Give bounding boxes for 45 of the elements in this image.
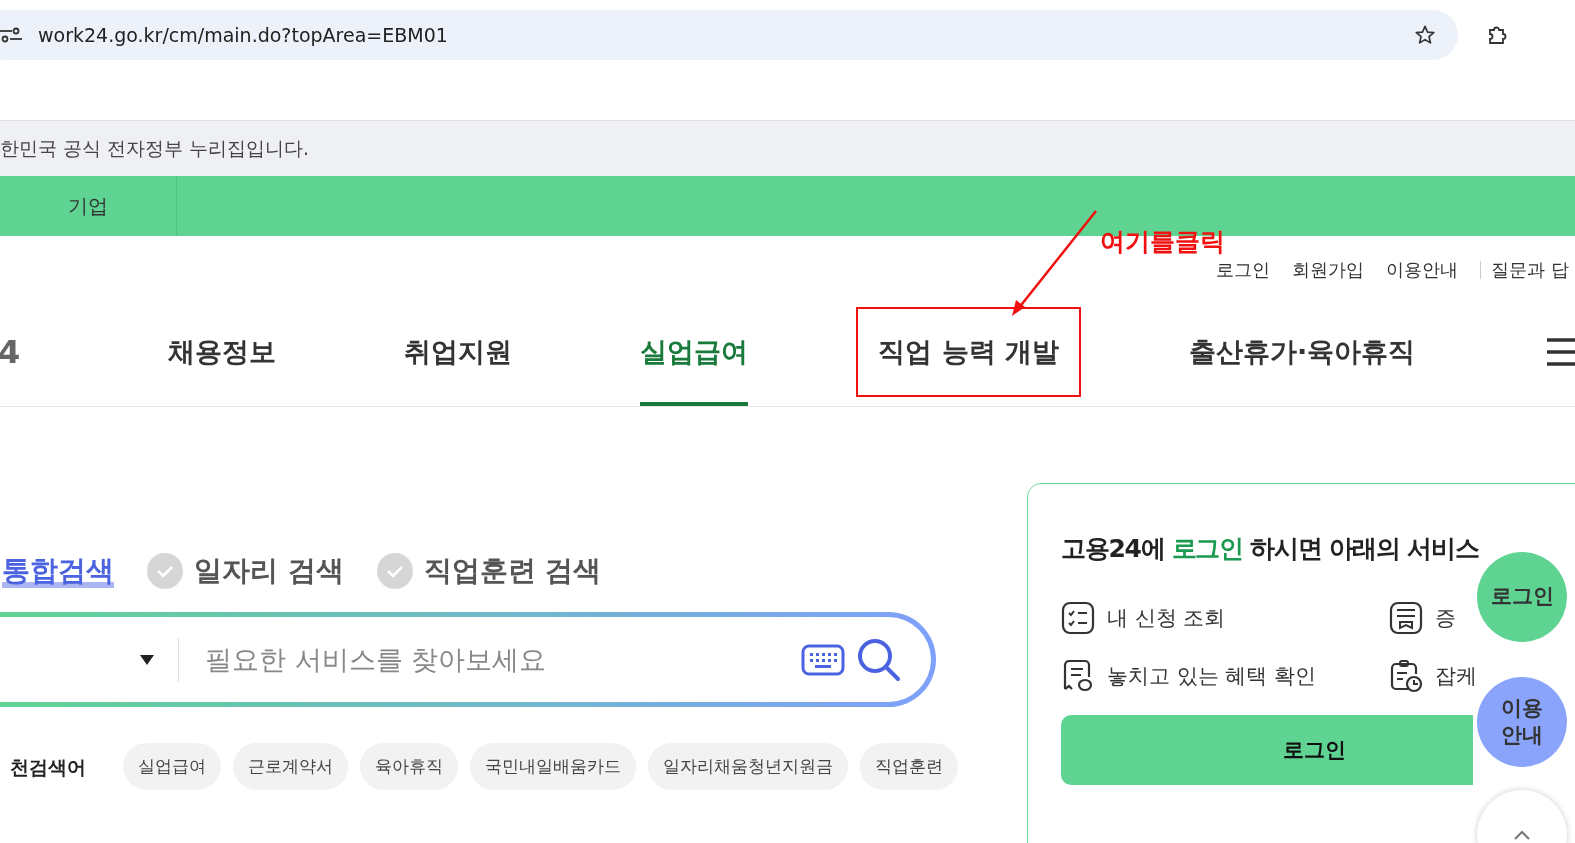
site-info-icon[interactable] — [0, 26, 22, 44]
service-link[interactable]: 잡케 — [1435, 662, 1477, 690]
keyword-chip[interactable]: 육아휴직 — [360, 743, 458, 790]
url-text: work24.go.kr/cm/main.do?topArea=EBM01 — [38, 24, 449, 46]
address-bar[interactable]: work24.go.kr/cm/main.do?topArea=EBM01 — [0, 10, 1458, 60]
search-tab[interactable]: 직업훈련 검색 — [375, 552, 602, 590]
login-prompt: 고용24에 로그인 하시면 아래의 서비스 — [1061, 533, 1480, 565]
chevron-up-icon — [1512, 828, 1532, 842]
search-tab[interactable]: 일자리 검색 — [146, 552, 344, 590]
recommended-label: 천검색어 — [10, 755, 87, 780]
check-circle-icon — [146, 552, 184, 590]
checklist-icon — [1061, 601, 1095, 635]
keyword-chip[interactable]: 일자리채움청년지원금 — [648, 743, 848, 790]
document-icon — [1389, 601, 1423, 635]
keyword-chip[interactable]: 직업훈련 — [860, 743, 958, 790]
menu-icon[interactable] — [1545, 337, 1575, 367]
receipt-icon — [1061, 659, 1095, 693]
service-link[interactable]: 증 — [1435, 604, 1456, 632]
guide-fab[interactable]: 이용 안내 — [1477, 677, 1567, 767]
nav-tab[interactable]: 실업급여 — [640, 298, 749, 406]
utility-link[interactable]: 회원가입 — [1292, 258, 1365, 282]
utility-link[interactable]: 이용안내 — [1386, 258, 1459, 282]
keyword-chip[interactable]: 국민내일배움카드 — [470, 743, 636, 790]
search-tab[interactable]: 통합검색 — [2, 552, 114, 590]
login-button[interactable]: 로그인 — [1061, 715, 1473, 785]
utility-link[interactable]: 질문과 답 — [1491, 258, 1569, 282]
service-link[interactable]: 내 신청 조회 — [1107, 604, 1226, 632]
service-link[interactable]: 놓치고 있는 혜택 확인 — [1107, 662, 1317, 690]
nav-tab[interactable]: 취업지원 — [404, 298, 513, 406]
audience-tab[interactable]: 기업 — [0, 176, 177, 236]
utility-link[interactable]: 로그인 — [1216, 258, 1271, 282]
clipboard-clock-icon — [1389, 659, 1423, 693]
check-circle-icon — [375, 552, 414, 590]
keyword-chip[interactable]: 실업급여 — [123, 743, 221, 790]
nav-tab[interactable]: 직업 능력 개발 — [856, 307, 1082, 397]
annotation-text: 여기를클릭 — [1100, 226, 1225, 258]
keyword-chip[interactable]: 근로계약서 — [233, 743, 348, 790]
nav-tab[interactable]: 출산휴가·육아휴직 — [1189, 298, 1416, 406]
search-icon[interactable] — [857, 637, 901, 682]
dropdown-caret-icon[interactable] — [140, 654, 154, 665]
logo-text[interactable]: 4 — [0, 333, 21, 371]
star-icon[interactable] — [1414, 24, 1436, 46]
nav-tab[interactable]: 채용정보 — [168, 298, 277, 406]
gov-banner-text: 한민국 공식 전자정부 누리집입니다. — [0, 135, 310, 161]
keyboard-icon[interactable] — [801, 643, 845, 676]
